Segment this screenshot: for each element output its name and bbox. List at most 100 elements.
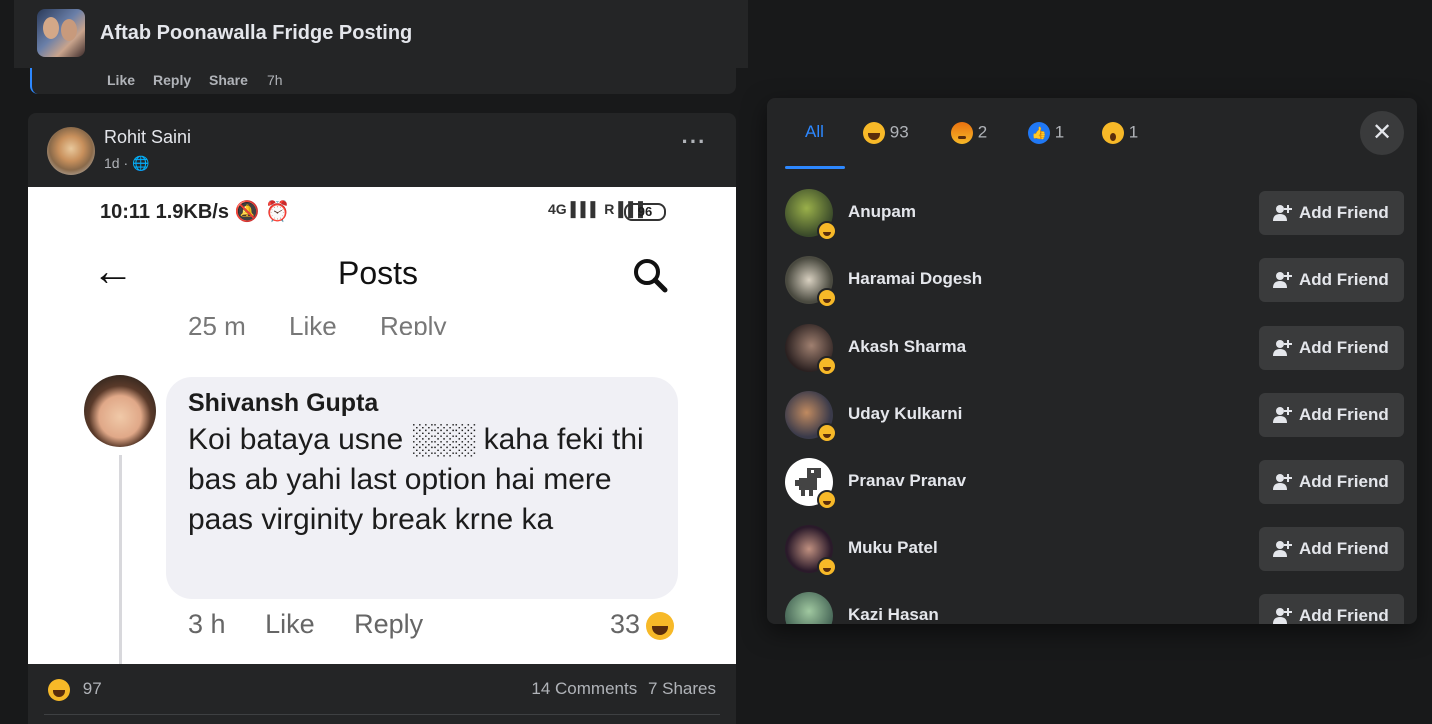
add-friend-icon bbox=[1273, 608, 1292, 624]
tab-haha-count: 93 bbox=[889, 122, 909, 142]
haha-icon bbox=[817, 288, 837, 308]
close-button[interactable]: ✕ bbox=[1360, 111, 1404, 155]
previous-comment-like: Like bbox=[289, 311, 337, 335]
comment-actions: Like Reply Share 7h bbox=[30, 68, 736, 94]
reactor-row: Haramai Dogesh Add Friend bbox=[785, 256, 1405, 308]
comments-count[interactable]: 14 Comments bbox=[531, 679, 637, 698]
reactor-row: Kazi Hasan Add Friend bbox=[785, 592, 1405, 624]
angry-icon bbox=[951, 122, 973, 144]
reaction-summary[interactable]: 97 bbox=[48, 679, 102, 701]
previous-comment-time: 25 m bbox=[188, 311, 246, 335]
add-friend-label: Add Friend bbox=[1299, 606, 1389, 624]
reactor-row: Uday Kulkarni Add Friend bbox=[785, 391, 1405, 443]
comment-actions-row: 3 h Like Reply bbox=[188, 609, 455, 640]
reaction-count: 97 bbox=[82, 679, 102, 699]
comment-time: 3 h bbox=[188, 609, 226, 639]
reactor-name[interactable]: Pranav Pranav bbox=[848, 471, 966, 491]
add-friend-label: Add Friend bbox=[1299, 203, 1389, 222]
add-friend-label: Add Friend bbox=[1299, 405, 1389, 424]
add-friend-icon bbox=[1273, 272, 1292, 288]
previous-comment-reply: Reply bbox=[379, 311, 447, 335]
haha-icon bbox=[863, 122, 885, 144]
post-meta[interactable]: 1d · 🌐 bbox=[104, 155, 149, 172]
wow-icon bbox=[1102, 122, 1124, 144]
reactions-dialog: All 93 2 👍 1 1 ✕ Anupam Add Friend Haram… bbox=[767, 98, 1417, 624]
reactor-row: Pranav Pranav Add Friend bbox=[785, 458, 1405, 510]
search-icon bbox=[634, 259, 668, 293]
tab-like[interactable]: 👍 1 bbox=[1028, 122, 1064, 166]
tab-like-count: 1 bbox=[1054, 122, 1065, 142]
add-friend-icon bbox=[1273, 541, 1292, 557]
avatar[interactable] bbox=[785, 592, 833, 624]
add-friend-icon bbox=[1273, 340, 1292, 356]
add-friend-button[interactable]: Add Friend bbox=[1259, 326, 1404, 370]
add-friend-button[interactable]: Add Friend bbox=[1259, 258, 1404, 302]
add-friend-button[interactable]: Add Friend bbox=[1259, 594, 1404, 624]
reactor-name[interactable]: Anupam bbox=[848, 202, 916, 222]
back-arrow-icon: ← bbox=[92, 247, 134, 294]
reactor-row: Muku Patel Add Friend bbox=[785, 525, 1405, 577]
author-name[interactable]: Rohit Saini bbox=[104, 127, 191, 148]
add-friend-label: Add Friend bbox=[1299, 539, 1389, 558]
reactor-name[interactable]: Muku Patel bbox=[848, 538, 938, 558]
comment-like: Like bbox=[265, 609, 315, 639]
like-icon: 👍 bbox=[1028, 122, 1050, 144]
tab-angry[interactable]: 2 bbox=[951, 122, 987, 166]
haha-icon bbox=[817, 557, 837, 577]
shares-count[interactable]: 7 Shares bbox=[648, 679, 716, 698]
add-friend-button[interactable]: Add Friend bbox=[1259, 191, 1404, 235]
battery-icon: 96 bbox=[624, 203, 666, 221]
add-friend-icon bbox=[1273, 407, 1292, 423]
add-friend-label: Add Friend bbox=[1299, 270, 1389, 289]
shared-post-title[interactable]: Aftab Poonawalla Fridge Posting bbox=[100, 22, 412, 45]
post-stats: 14 Comments 7 Shares bbox=[531, 679, 716, 699]
reactor-name[interactable]: Kazi Hasan bbox=[848, 605, 939, 624]
shared-post-header: Aftab Poonawalla Fridge Posting bbox=[14, 0, 748, 68]
add-friend-icon bbox=[1273, 205, 1292, 221]
tab-wow-count: 1 bbox=[1128, 122, 1139, 142]
post-image[interactable]: 10:11 1.9KB/s 🔕 ⏰ 4G ▌▌▌ R ▌▌▌ 96 ← Post… bbox=[28, 187, 736, 664]
tab-all[interactable]: All bbox=[805, 122, 824, 166]
comment-reply: Reply bbox=[354, 609, 424, 639]
add-friend-label: Add Friend bbox=[1299, 338, 1389, 357]
reactor-row: Akash Sharma Add Friend bbox=[785, 324, 1405, 376]
shared-post-avatar[interactable] bbox=[37, 9, 85, 57]
haha-icon bbox=[48, 679, 70, 701]
active-tab-indicator bbox=[785, 166, 845, 169]
more-options-button[interactable]: ··· bbox=[676, 131, 712, 163]
tab-haha[interactable]: 93 bbox=[863, 122, 909, 166]
comment-timestamp[interactable]: 7h bbox=[267, 72, 283, 88]
tab-angry-count: 2 bbox=[977, 122, 988, 142]
post-footer: 97 14 Comments 7 Shares bbox=[28, 664, 736, 724]
reactor-row: Anupam Add Friend bbox=[785, 189, 1405, 241]
reply-link[interactable]: Reply bbox=[153, 72, 191, 88]
haha-icon bbox=[817, 490, 837, 510]
haha-icon bbox=[817, 356, 837, 376]
haha-icon bbox=[817, 423, 837, 443]
post-card: Rohit Saini 1d · 🌐 ··· 10:11 1.9KB/s 🔕 ⏰… bbox=[28, 113, 736, 724]
comment-text: Koi bataya usne ░░░ kaha feki thi bas ab… bbox=[188, 423, 644, 536]
previous-comment-actions: 25 m Like Reply bbox=[188, 311, 482, 335]
thread-line bbox=[119, 455, 122, 664]
comment-reaction-count: 33 bbox=[610, 609, 675, 640]
reactor-name[interactable]: Akash Sharma bbox=[848, 337, 966, 357]
add-friend-icon bbox=[1273, 474, 1292, 490]
add-friend-button[interactable]: Add Friend bbox=[1259, 527, 1404, 571]
haha-icon bbox=[817, 221, 837, 241]
divider bbox=[44, 714, 720, 715]
reactor-name[interactable]: Haramai Dogesh bbox=[848, 269, 982, 289]
author-avatar[interactable] bbox=[47, 127, 95, 175]
share-link[interactable]: Share bbox=[209, 72, 248, 88]
haha-icon bbox=[646, 611, 675, 640]
like-link[interactable]: Like bbox=[107, 72, 135, 88]
add-friend-button[interactable]: Add Friend bbox=[1259, 460, 1404, 504]
reactor-name[interactable]: Uday Kulkarni bbox=[848, 404, 962, 424]
commenter-name: Shivansh Gupta bbox=[188, 389, 379, 417]
tab-wow[interactable]: 1 bbox=[1102, 122, 1138, 166]
add-friend-button[interactable]: Add Friend bbox=[1259, 393, 1404, 437]
comment-bubble: Shivansh Gupta Koi bataya usne ░░░ kaha … bbox=[166, 377, 678, 599]
commenter-avatar bbox=[84, 375, 156, 447]
status-bar-time: 10:11 1.9KB/s 🔕 ⏰ bbox=[100, 201, 290, 223]
screenshot-title: Posts bbox=[338, 255, 419, 291]
add-friend-label: Add Friend bbox=[1299, 472, 1389, 491]
